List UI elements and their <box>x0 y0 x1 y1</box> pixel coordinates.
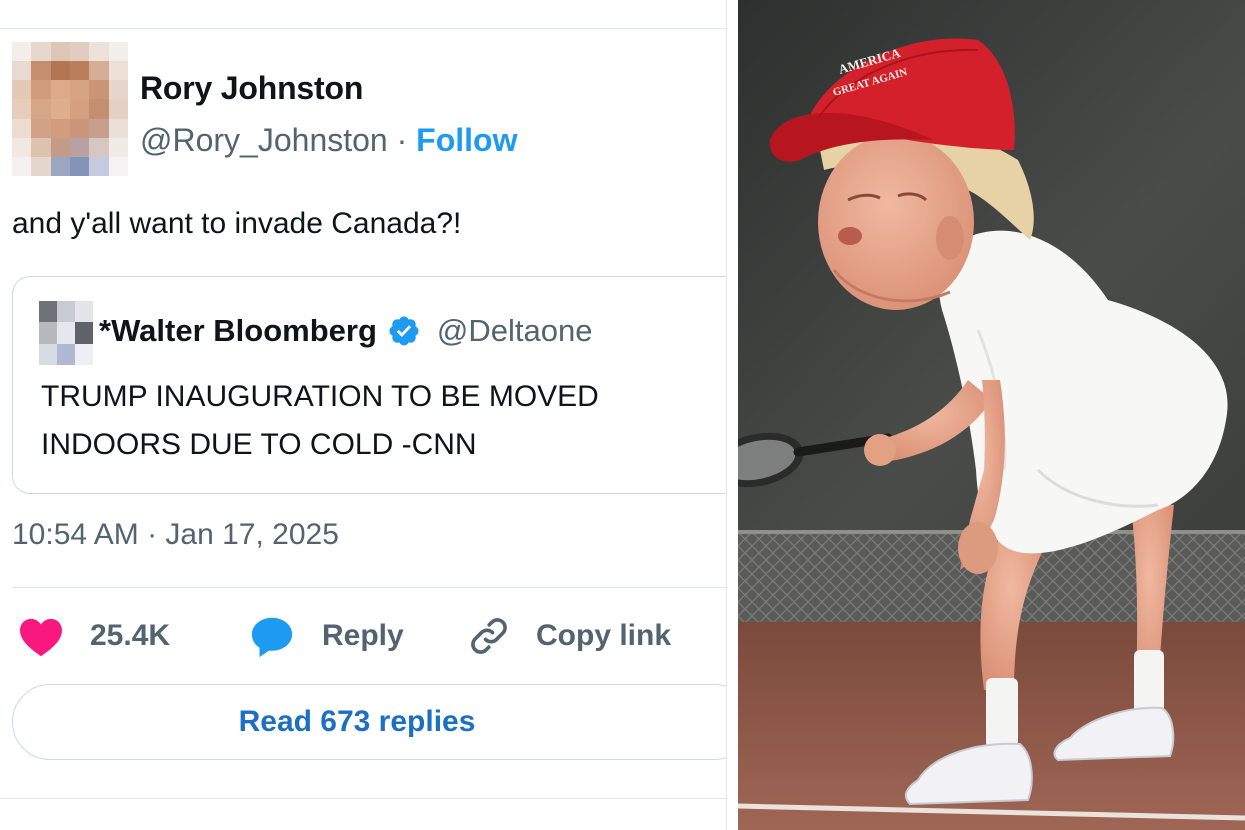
tweet-timestamp[interactable]: 10:54 AM · Jan 17, 2025 <box>12 518 339 552</box>
bottom-divider <box>0 798 726 799</box>
author-handle[interactable]: @Rory_Johnston <box>140 122 388 158</box>
tweet-actions: 25.4K Reply Copy link <box>0 606 726 666</box>
meme-illustration: AMERICA GREAT AGAIN <box>738 0 1245 830</box>
panel-gap <box>727 0 738 830</box>
copy-link-label: Copy link <box>536 619 672 652</box>
reply-button[interactable]: Reply <box>248 606 404 666</box>
tweet-text: and y'all want to invade Canada?! <box>12 207 462 240</box>
author-avatar[interactable] <box>12 42 128 176</box>
top-divider <box>0 28 726 29</box>
reply-bubble-icon <box>251 617 293 658</box>
meta-separator: · <box>396 122 408 158</box>
reply-label: Reply <box>322 619 404 652</box>
quoted-author-name: *Walter Bloomberg <box>99 313 377 348</box>
quoted-avatar <box>39 301 93 365</box>
copy-link-button[interactable]: Copy link <box>466 606 671 666</box>
author-name[interactable]: Rory Johnston <box>140 70 363 107</box>
quoted-author: *Walter Bloomberg @Deltaone <box>99 313 592 349</box>
actions-divider <box>12 587 726 588</box>
quoted-text: TRUMP INAUGURATION TO BE MOVED INDOORS D… <box>41 380 599 461</box>
author-meta: @Rory_Johnston · Follow <box>140 122 517 159</box>
like-button[interactable]: 25.4K <box>18 606 170 666</box>
quoted-tweet[interactable]: *Walter Bloomberg @Deltaone TRUMP INAUGU… <box>12 276 726 494</box>
read-replies-button[interactable]: Read 673 replies <box>12 684 726 760</box>
tweet-embed: Rory Johnston @Rory_Johnston · Follow an… <box>0 0 727 830</box>
meme-photo: AMERICA GREAT AGAIN <box>738 0 1245 830</box>
quoted-handle: @Deltaone <box>436 313 593 348</box>
link-icon <box>471 618 507 654</box>
like-count: 25.4K <box>90 619 171 652</box>
follow-button[interactable]: Follow <box>416 122 517 158</box>
verified-badge-icon <box>389 316 419 346</box>
heart-icon <box>20 618 62 657</box>
